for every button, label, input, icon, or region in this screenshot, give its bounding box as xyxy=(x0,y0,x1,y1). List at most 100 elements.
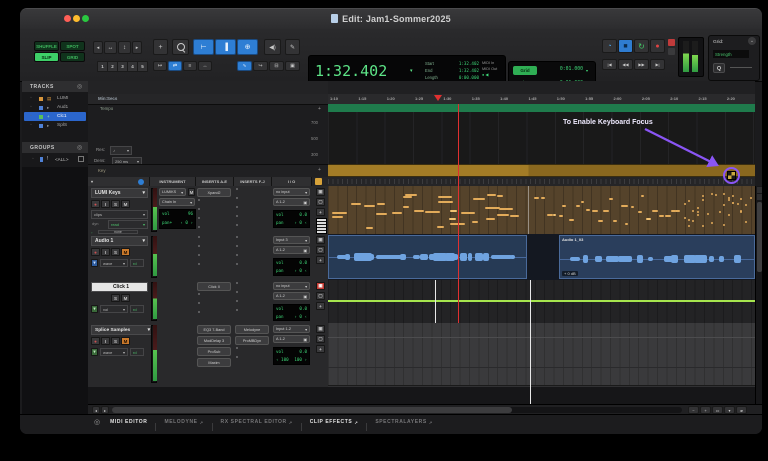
click-lane[interactable] xyxy=(328,280,755,324)
io-input-selector[interactable]: Input 3▾ xyxy=(273,236,310,244)
io-column-header[interactable]: I / O xyxy=(272,177,312,186)
tab-midi-editor[interactable]: MIDI EDITOR xyxy=(102,415,155,429)
instrument-vol-pan-display[interactable]: vol96 pan+‹ 0 › xyxy=(159,209,196,229)
key-add-icon[interactable]: + xyxy=(318,167,321,173)
scroll-up-button[interactable] xyxy=(757,187,762,193)
loop-play-button[interactable]: ↻ xyxy=(634,39,649,53)
audio-clip-2[interactable]: Audio 1_03 + 0 dB xyxy=(559,235,755,279)
instrument-mute-button[interactable]: M xyxy=(188,188,195,196)
track-name[interactable]: Audio 1▾ xyxy=(91,236,148,246)
solo-button[interactable]: S xyxy=(111,200,120,208)
tracks-gear-icon[interactable]: ◎ xyxy=(77,83,82,90)
zoom-in-button[interactable]: + xyxy=(700,406,711,414)
insertion-follows-playback-icon[interactable]: ⇄ xyxy=(168,61,182,71)
io-vol-pan-display[interactable]: vol0.0 pan› 0 ‹ xyxy=(273,210,310,228)
return-to-zero-button[interactable]: |◀ xyxy=(602,59,617,70)
link-timeline-edit-selection-icon[interactable]: ∿ xyxy=(237,61,252,71)
record-button[interactable]: ● xyxy=(650,39,665,53)
slip-mode-button[interactable]: SLIP xyxy=(34,52,59,62)
io-output-selector[interactable]: A 1-2▣ xyxy=(273,292,310,300)
horizontal-scroll-thumb[interactable] xyxy=(112,407,512,413)
inserts-ae-rack[interactable]: EQ3 7-BandModDelay 3ProSubMaxim xyxy=(197,325,231,369)
strength-display[interactable]: Strength xyxy=(713,50,749,58)
empty-insert-slot[interactable] xyxy=(236,197,238,199)
scroll-down-button[interactable] xyxy=(757,194,762,200)
inserts-ae-rack[interactable] xyxy=(197,236,231,272)
record-arm-button[interactable]: ● xyxy=(91,200,100,208)
online-button-clock-icon[interactable]: ◔ xyxy=(602,39,617,53)
inserts-fj-rack[interactable]: MelodyneProMBDyn xyxy=(235,325,269,365)
rewind-button[interactable]: ◀◀ xyxy=(618,59,633,70)
inserts-fj-rack[interactable] xyxy=(235,236,269,272)
vertical-scroll-thumb[interactable] xyxy=(757,202,762,272)
track-name[interactable]: LUMI Keys▾ xyxy=(91,188,148,198)
go-to-end-button[interactable]: ▶| xyxy=(650,59,665,70)
trim-tool-icon[interactable]: ⊢ xyxy=(193,39,214,55)
empty-insert-slot[interactable] xyxy=(198,217,200,219)
instrument-column-header[interactable]: INSTRUMENT xyxy=(150,177,196,186)
empty-insert-slot[interactable] xyxy=(198,208,200,210)
tab-spectralayers[interactable]: SPECTRALAYERS↗ xyxy=(367,415,440,429)
track-view-selector[interactable]: clips▾ xyxy=(91,210,148,219)
tab-rx-spectral-editor[interactable]: RX SPECTRAL EDITOR↗ xyxy=(213,415,301,429)
track-info-icon[interactable] xyxy=(138,179,144,185)
io-input-selector[interactable]: no input▾ xyxy=(273,188,310,196)
input-monitor-button[interactable]: I xyxy=(101,337,110,345)
grid-value-toggle[interactable]: Grid xyxy=(513,66,537,75)
io-vol-pan-display[interactable]: vol0.0 pan› 0 ‹ xyxy=(273,304,310,321)
empty-insert-slot[interactable] xyxy=(236,245,238,247)
freeze-button[interactable]: ▣ xyxy=(316,325,325,333)
group-visibility-dot[interactable]: ◦ xyxy=(32,156,34,162)
collapse-chevron-icon[interactable]: ⌄ xyxy=(748,37,756,45)
empty-insert-slot[interactable] xyxy=(236,188,238,190)
counter-dropdown-icon[interactable]: ▾ xyxy=(410,68,413,74)
io-output-selector[interactable]: A 1-2▣ xyxy=(273,335,310,343)
inserts-fj-rack[interactable] xyxy=(235,188,269,233)
zoomer-tool-magnifier-icon[interactable] xyxy=(172,39,189,55)
lock-button[interactable]: ▢ xyxy=(316,335,325,343)
track-name[interactable]: Click 1 xyxy=(91,282,148,292)
insert-prosub[interactable]: ProSub xyxy=(197,347,231,356)
insert-maxim[interactable]: Maxim xyxy=(197,358,231,367)
midi-clip-lane[interactable] xyxy=(328,186,755,235)
track-view-selector[interactable]: wave▾ xyxy=(100,348,128,356)
groups-gear-icon[interactable]: ◎ xyxy=(77,144,82,151)
record-arm-button[interactable]: ● xyxy=(91,337,100,345)
mini-keyboard[interactable] xyxy=(316,218,327,234)
mute-button[interactable]: M xyxy=(121,248,130,256)
quantize-button[interactable]: Q xyxy=(713,63,725,73)
vertical-zoom-icon[interactable]: ↕ xyxy=(118,41,131,54)
lock-button[interactable]: ▢ xyxy=(316,292,325,300)
click-volume-line[interactable] xyxy=(328,300,755,302)
tempo-label[interactable]: Tempo xyxy=(100,106,113,111)
add-button[interactable]: + xyxy=(316,208,325,216)
io-vol-pan-display[interactable]: vol0.0 ‹ 100100 › xyxy=(273,347,310,365)
grid-mode-button[interactable]: GRID xyxy=(60,52,85,62)
record-arm-button[interactable]: ● xyxy=(91,248,100,256)
scrubber-tool-speaker-icon[interactable]: ◀) xyxy=(264,39,281,55)
tab-to-transient-icon[interactable]: ↦ xyxy=(153,61,167,71)
loop-icon[interactable]: ↪ xyxy=(253,61,268,71)
empty-insert-slot[interactable] xyxy=(198,199,200,201)
grid-value[interactable]: 0:01.000 xyxy=(543,67,583,72)
empty-insert-slot[interactable] xyxy=(198,245,200,247)
inserts-ae-column-header[interactable]: INSERTS A-E xyxy=(196,177,234,186)
tab-clip-effects[interactable]: CLIP EFFECTS↗ xyxy=(302,415,367,429)
record-safe-button[interactable]: ▣ xyxy=(316,282,325,290)
track-list-item-lumi[interactable]: ◦▤LUMI xyxy=(24,94,86,103)
add-button[interactable]: + xyxy=(316,345,325,353)
solo-button[interactable]: S xyxy=(111,294,120,302)
lock-button[interactable]: ▢ xyxy=(316,198,325,206)
empty-insert-slot[interactable] xyxy=(236,309,238,311)
solo-button[interactable]: S xyxy=(111,337,120,345)
link-track-selection-icon[interactable]: ≡ xyxy=(183,61,197,71)
group-item-label[interactable]: <ALL> xyxy=(55,157,69,162)
track-list-item-clc1[interactable]: ◦+Clc1 xyxy=(24,112,86,121)
grid-dropdown-icon[interactable]: ▾ xyxy=(586,68,588,73)
automation-mode-selector[interactable]: rd xyxy=(130,348,144,356)
io-input-selector[interactable]: Input 1-2▾ xyxy=(273,325,310,333)
mute-button[interactable]: M xyxy=(121,337,130,345)
audio-clip-1[interactable] xyxy=(328,235,527,279)
audio-lane[interactable]: Audio 1_03 + 0 dB xyxy=(328,234,755,281)
insert-melodyne[interactable]: Melodyne xyxy=(235,325,269,334)
